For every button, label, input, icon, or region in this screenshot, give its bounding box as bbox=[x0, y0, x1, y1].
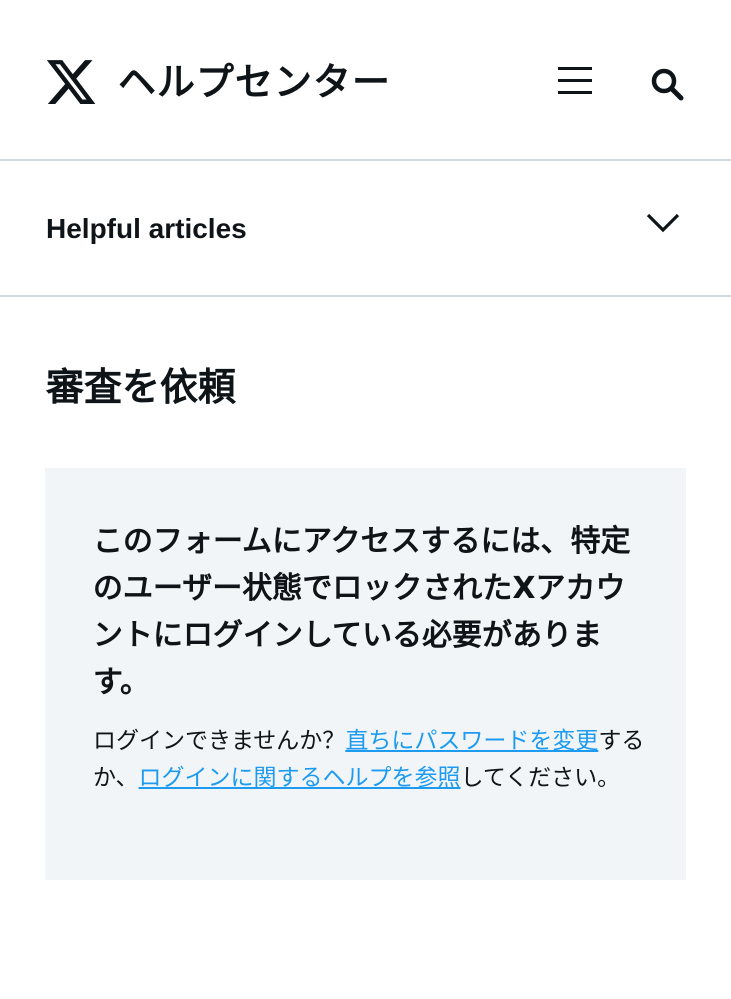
change-password-link[interactable]: 直ちにパスワードを変更 bbox=[345, 728, 598, 754]
notice-body-suffix: してください。 bbox=[460, 765, 621, 791]
x-logo[interactable] bbox=[44, 55, 98, 109]
login-required-notice: このフォームにアクセスするには、特定のユーザー状態でロックされたXアカウントにロ… bbox=[45, 468, 686, 880]
hamburger-menu-icon[interactable] bbox=[556, 64, 594, 98]
page-title: 審査を依頼 bbox=[46, 365, 237, 409]
accordion-label: Helpful articles bbox=[46, 213, 247, 244]
notice-body-prefix: ログインできませんか？ bbox=[93, 728, 346, 754]
notice-body: ログインできませんか？直ちにパスワードを変更するか、ログインに関するヘルプを参照… bbox=[93, 723, 645, 797]
helpful-articles-accordion[interactable]: Helpful articles bbox=[0, 161, 731, 295]
login-help-link[interactable]: ログインに関するヘルプを参照 bbox=[139, 765, 461, 791]
search-icon[interactable] bbox=[648, 64, 688, 102]
x-logo-icon bbox=[46, 60, 96, 104]
notice-heading: このフォームにアクセスするには、特定のユーザー状態でロックされたXアカウントにロ… bbox=[93, 524, 631, 700]
accordion-divider bbox=[0, 295, 731, 297]
site-title[interactable]: ヘルプセンター bbox=[118, 60, 391, 104]
site-header: ヘルプセンター bbox=[0, 0, 731, 160]
chevron-down-icon[interactable] bbox=[645, 211, 681, 235]
